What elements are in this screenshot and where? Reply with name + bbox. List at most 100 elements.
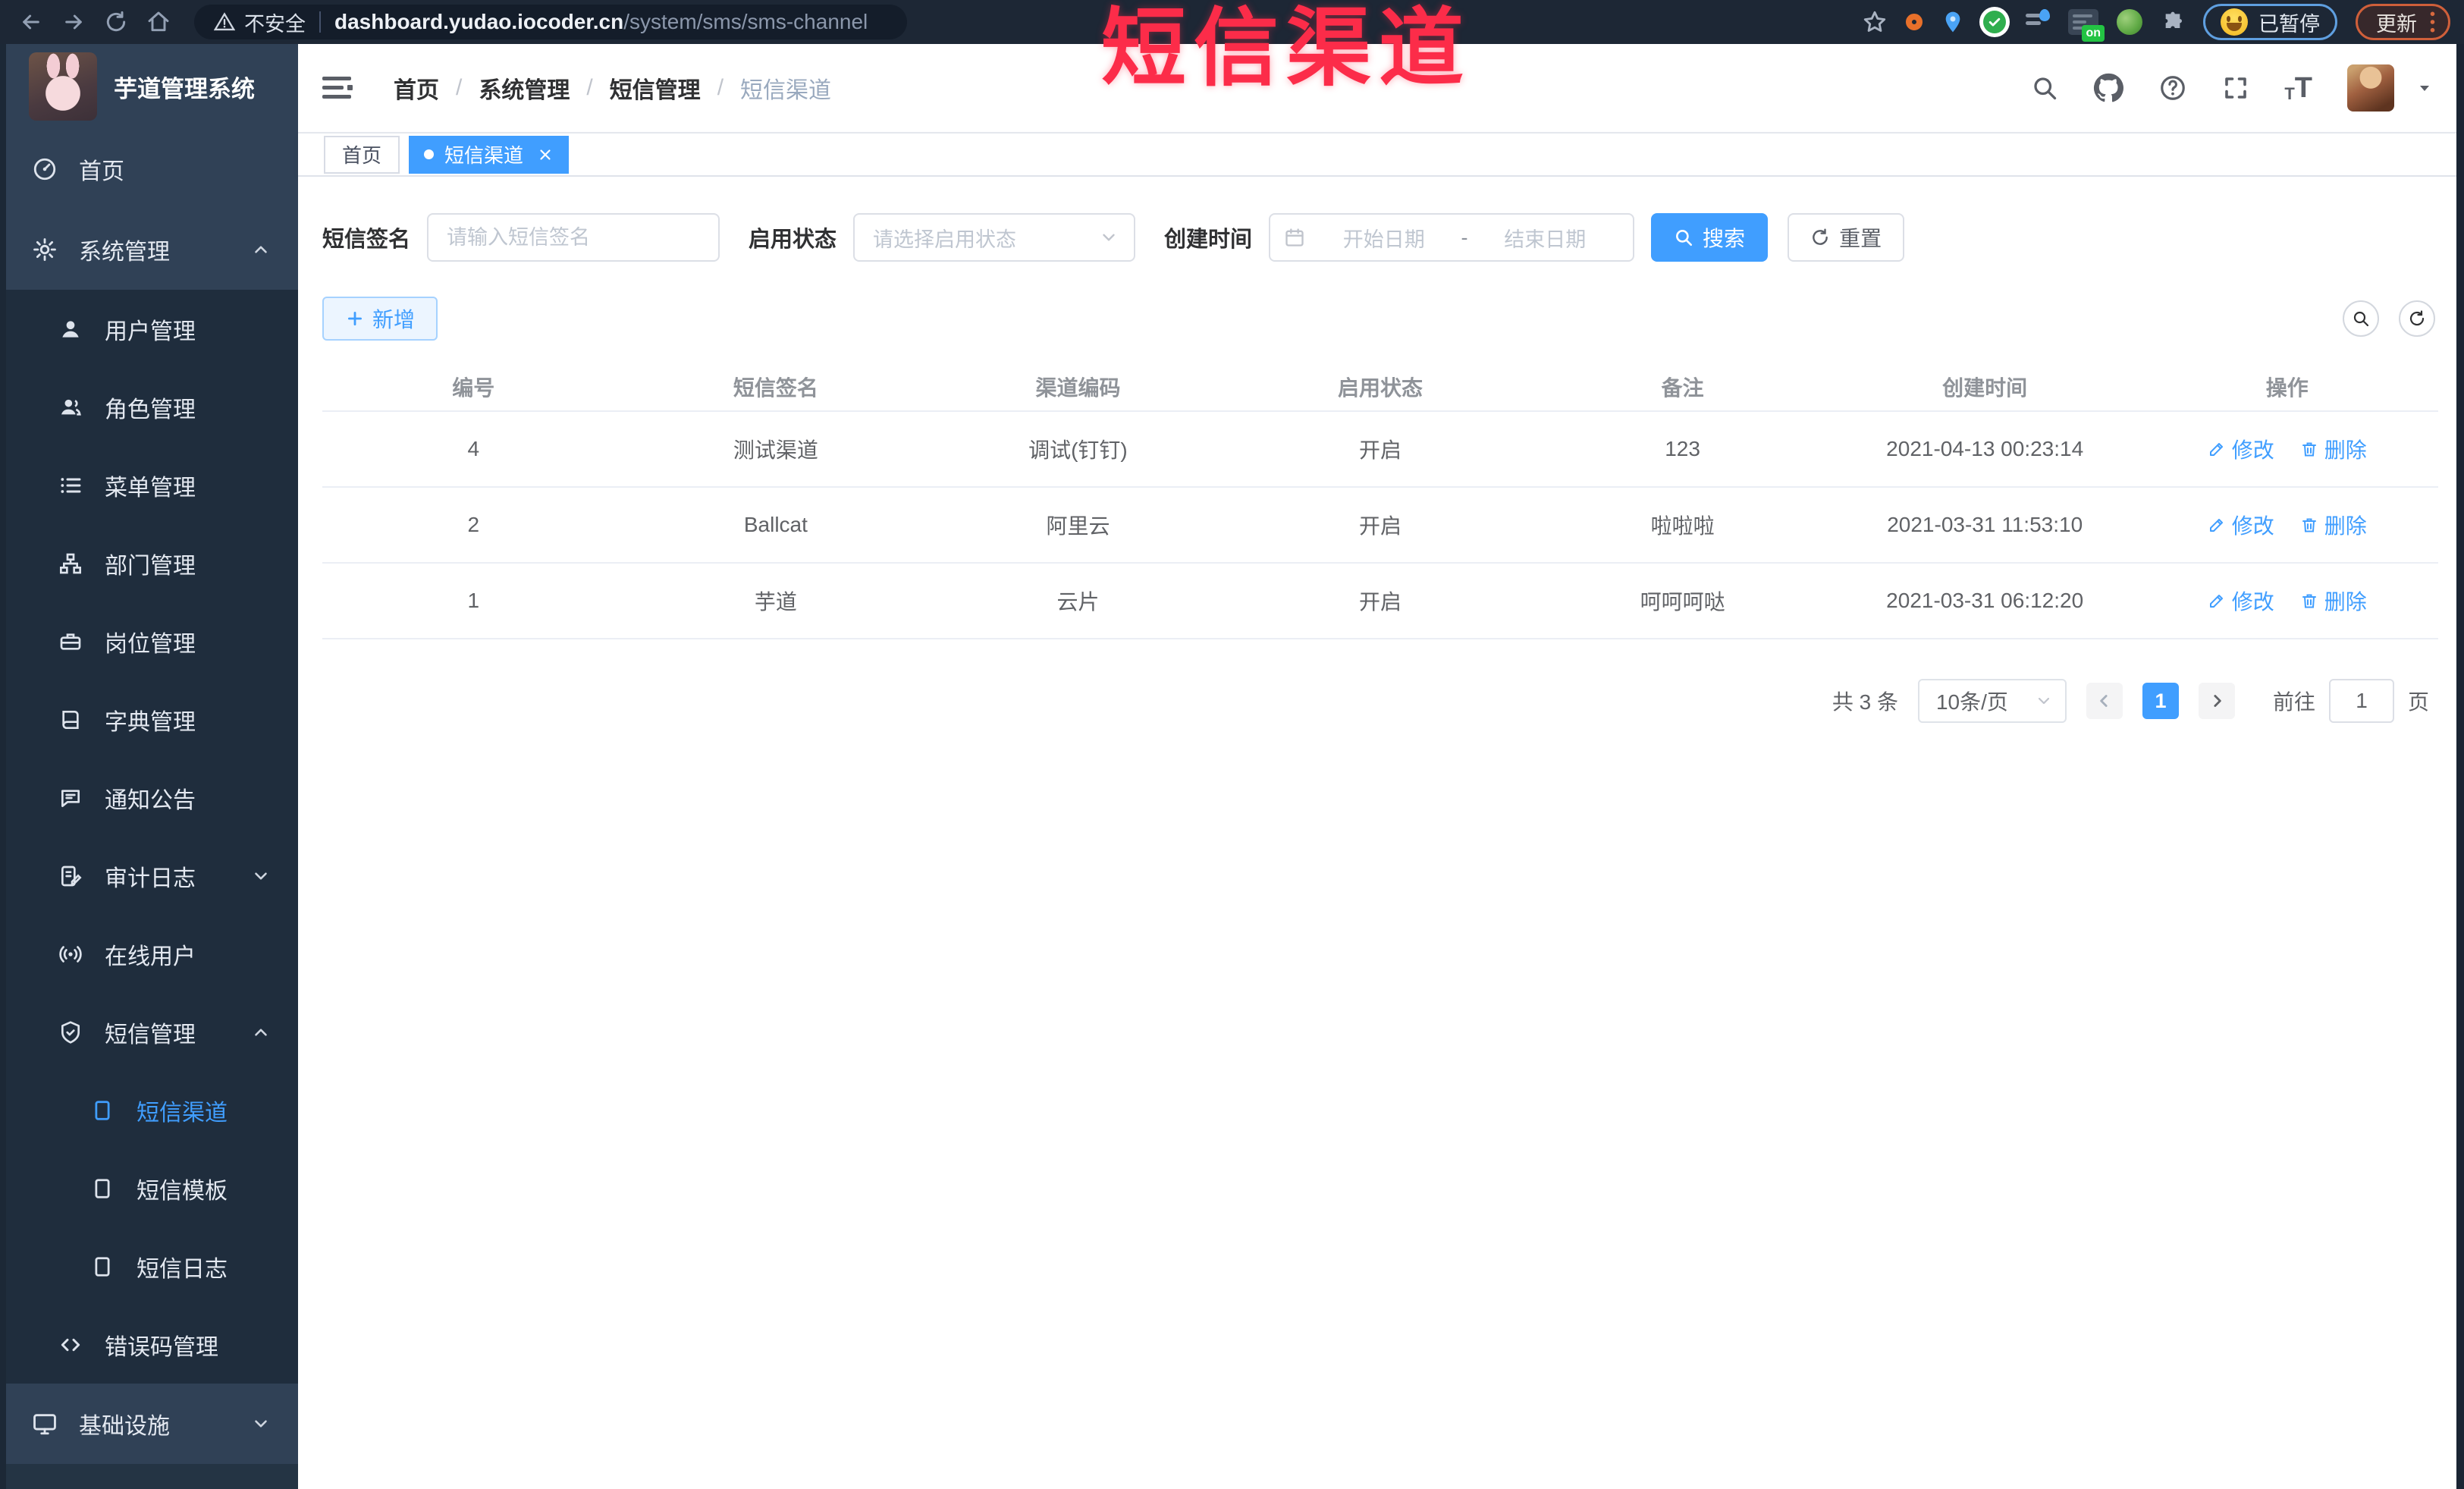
sign-input[interactable] <box>427 213 720 262</box>
font-size-icon[interactable]: TT <box>2284 74 2312 102</box>
browser-menu-dots-icon[interactable] <box>2429 11 2436 33</box>
next-page-button[interactable] <box>2198 683 2235 719</box>
cell-code: 阿里云 <box>1046 514 1110 538</box>
reset-button[interactable]: 重置 <box>1788 213 1905 262</box>
sidebar-item-home[interactable]: 首页 <box>0 129 298 209</box>
breadcrumb-item-current: 短信渠道 <box>740 78 832 103</box>
prev-page-button[interactable] <box>2086 683 2123 719</box>
sidebar-item-sms-template[interactable]: 短信模板 <box>0 1149 298 1227</box>
sidebar-item-online-users[interactable]: 在线用户 <box>0 915 298 993</box>
extension-dark-panel-icon[interactable]: on <box>2068 9 2105 42</box>
sidebar-item-sms-channel[interactable]: 短信渠道 <box>0 1071 298 1149</box>
breadcrumb-item[interactable]: 首页 <box>394 71 439 105</box>
chevron-up-icon <box>251 1023 271 1042</box>
page-size-select[interactable]: 10条/页 <box>1917 679 2067 723</box>
chevron-down-icon <box>1099 228 1119 247</box>
fullscreen-icon[interactable] <box>2222 74 2249 102</box>
org-tree-icon <box>58 551 83 576</box>
cell-remark: 123 <box>1665 437 1700 460</box>
start-date-placeholder[interactable]: 开始日期 <box>1310 223 1458 253</box>
table-mini-tools <box>2343 300 2435 337</box>
sidebar-item-roles[interactable]: 角色管理 <box>0 368 298 446</box>
delete-link[interactable]: 删除 <box>2300 510 2367 540</box>
toggle-search-button[interactable] <box>2343 300 2379 337</box>
url-host[interactable]: dashboard.yudao.iocoder.cn <box>334 10 623 34</box>
sidebar-item-audit-log[interactable]: 审计日志 <box>0 837 298 915</box>
sidebar-item-sms-log[interactable]: 短信日志 <box>0 1227 298 1305</box>
browser-toolbar: 不安全 dashboard.yudao.iocoder.cn /system/s… <box>0 0 2464 44</box>
sidebar-footer <box>0 1464 298 1489</box>
extension-blue-pin-icon[interactable] <box>1941 10 1965 34</box>
sidebar-item-label: 短信日志 <box>137 1256 228 1282</box>
window-scrollbar-edge[interactable] <box>2456 44 2464 1489</box>
filter-form: 短信签名 启用状态 请选择启用状态 创建时间 开始日期 <box>322 213 2438 262</box>
sidebar-item-label: 用户管理 <box>105 319 196 344</box>
avatar[interactable] <box>2347 64 2394 112</box>
bookmark-star-icon[interactable] <box>1862 9 1888 35</box>
sidebar-item-error-code[interactable]: 错误码管理 <box>0 1305 298 1384</box>
breadcrumb-item[interactable]: 短信管理 <box>610 71 701 105</box>
end-date-placeholder[interactable]: 结束日期 <box>1471 223 1620 253</box>
app-navbar: 首页 / 系统管理 / 短信管理 / 短信渠道 T T <box>298 44 2464 134</box>
tag-sms-channel-active[interactable]: 短信渠道 <box>409 135 570 174</box>
extension-green-blob-icon[interactable] <box>2117 9 2142 35</box>
breadcrumb-separator: / <box>717 75 724 100</box>
sidebar-item-sms[interactable]: 短信管理 <box>0 993 298 1071</box>
breadcrumb-item[interactable]: 系统管理 <box>479 71 570 105</box>
page-number-active[interactable]: 1 <box>2142 683 2179 719</box>
cell-remark: 啦啦啦 <box>1650 514 1715 538</box>
search-button[interactable]: 搜索 <box>1651 213 1769 262</box>
status-select[interactable]: 请选择启用状态 <box>853 213 1136 262</box>
sidebar-item-dict[interactable]: 字典管理 <box>0 680 298 759</box>
sidebar-item-menus[interactable]: 菜单管理 <box>0 446 298 524</box>
edit-link[interactable]: 修改 <box>2208 434 2274 464</box>
tag-home[interactable]: 首页 <box>324 135 400 174</box>
search-icon[interactable] <box>2031 74 2058 102</box>
close-icon[interactable] <box>537 146 554 163</box>
goto-page-input[interactable] <box>2328 679 2394 723</box>
sidebar-item-departments[interactable]: 部门管理 <box>0 524 298 602</box>
refresh-table-button[interactable] <box>2399 300 2435 337</box>
browser-reload-button[interactable] <box>99 5 133 39</box>
sidebar-item-posts[interactable]: 岗位管理 <box>0 602 298 680</box>
github-icon[interactable] <box>2093 73 2124 103</box>
extension-sliders-icon[interactable] <box>2024 9 2050 35</box>
profile-paused-badge[interactable]: 已暂停 <box>2203 4 2337 40</box>
sidebar-item-infrastructure[interactable]: 基础设施 <box>0 1384 298 1464</box>
delete-link-label: 删除 <box>2324 514 2367 538</box>
date-range-picker[interactable]: 开始日期 - 结束日期 <box>1269 213 1635 262</box>
sidebar-item-system[interactable]: 系统管理 <box>0 209 298 290</box>
briefcase-icon <box>58 629 83 655</box>
security-label[interactable]: 不安全 <box>244 8 306 37</box>
document-icon <box>89 1254 115 1280</box>
sidebar-toggle-hamburger-icon[interactable] <box>322 75 353 101</box>
url-path[interactable]: /system/sms/sms-channel <box>623 10 868 34</box>
browser-back-button[interactable] <box>14 5 49 39</box>
extension-orange-ring-icon[interactable] <box>1906 14 1923 30</box>
add-button[interactable]: 新增 <box>322 297 438 341</box>
cell-id: 4 <box>467 437 480 460</box>
browser-update-button[interactable]: 更新 <box>2356 4 2450 40</box>
delete-link[interactable]: 删除 <box>2300 586 2367 616</box>
sms-channel-table: 编号 短信签名 渠道编码 启用状态 备注 创建时间 操作 4 测试渠道 调试(钉… <box>322 363 2438 639</box>
sidebar-item-notice[interactable]: 通知公告 <box>0 759 298 837</box>
browser-home-button[interactable] <box>141 5 176 39</box>
extensions-puzzle-icon[interactable] <box>2161 10 2185 34</box>
address-bar[interactable]: 不安全 dashboard.yudao.iocoder.cn /system/s… <box>194 5 907 39</box>
audit-log-icon <box>58 863 83 889</box>
help-icon[interactable] <box>2158 74 2187 102</box>
delete-link[interactable]: 删除 <box>2300 434 2367 464</box>
sidebar-logo[interactable]: 芋道管理系统 <box>0 44 298 129</box>
browser-forward-button[interactable] <box>56 5 91 39</box>
sidebar-item-users[interactable]: 用户管理 <box>0 290 298 368</box>
avatar-caret-down-icon[interactable] <box>2415 79 2434 97</box>
sidebar-item-label: 基础设施 <box>79 1414 170 1439</box>
edit-link[interactable]: 修改 <box>2208 586 2274 616</box>
cell-code: 云片 <box>1056 590 1100 614</box>
security-warning-icon[interactable] <box>214 11 235 33</box>
goto-label: 前往 <box>2272 690 2315 714</box>
column-header: 操作 <box>2265 376 2309 400</box>
edit-link[interactable]: 修改 <box>2208 510 2274 540</box>
extension-green-check-icon[interactable] <box>1983 11 2006 33</box>
sidebar-item-label: 菜单管理 <box>105 475 196 501</box>
